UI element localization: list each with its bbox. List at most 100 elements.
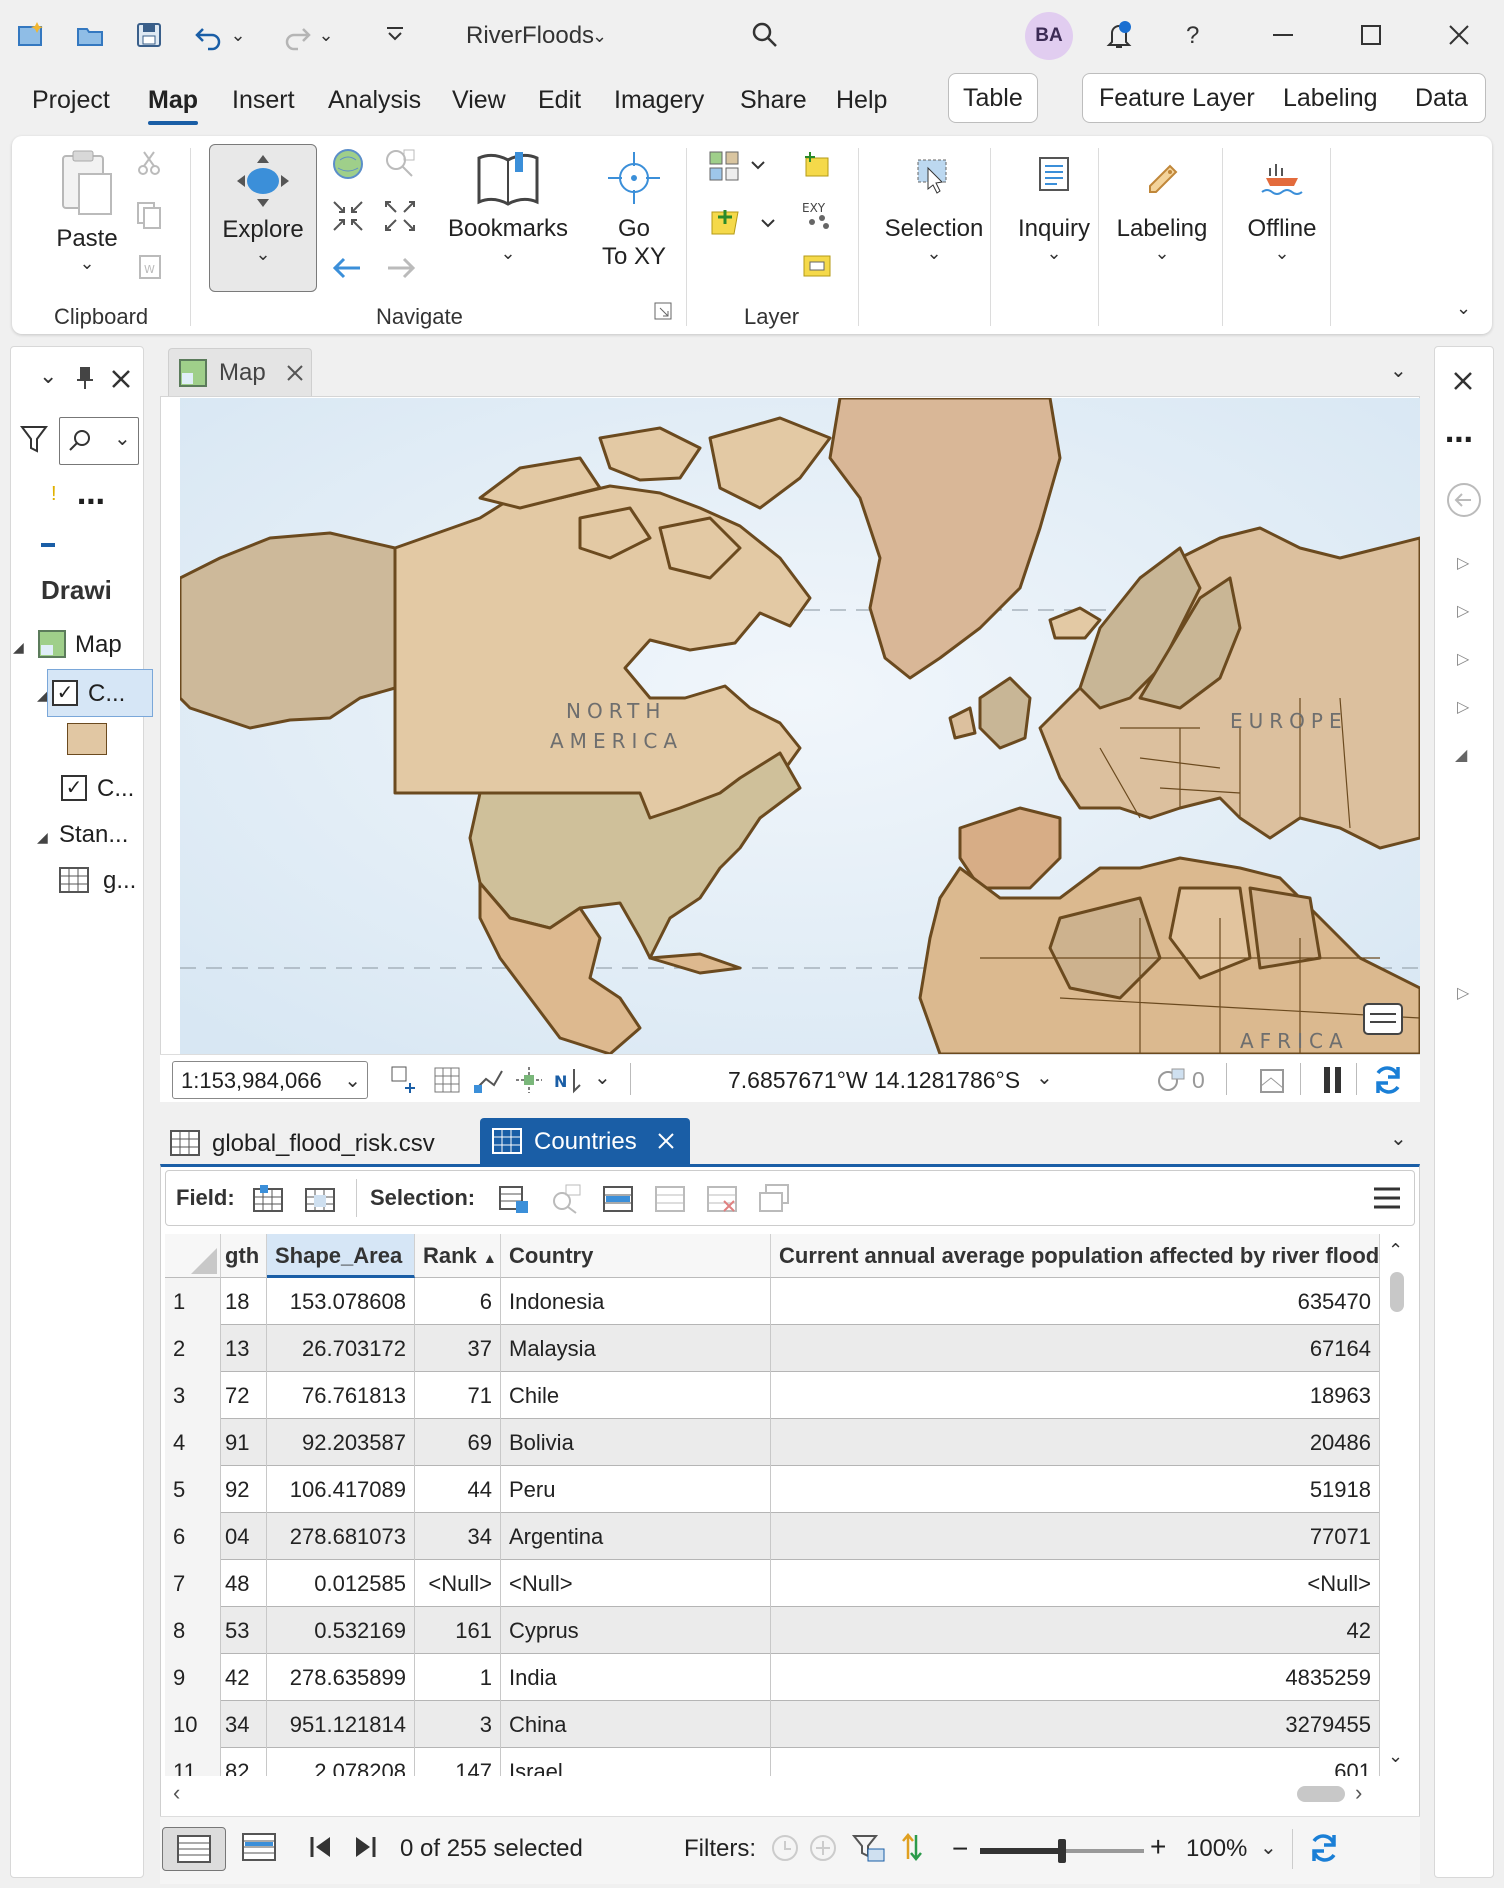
close-map-tab-icon[interactable] [285, 363, 305, 383]
xy-table-to-point-icon[interactable]: EXY [800, 198, 834, 232]
minimize-button[interactable] [1264, 18, 1302, 52]
close-window-button[interactable] [1440, 18, 1478, 52]
country-egypt[interactable] [1248, 886, 1322, 970]
expand-arrow-icon[interactable]: ▷ [1457, 601, 1469, 621]
cell-shape-length[interactable]: 42 [221, 1654, 267, 1701]
row-number[interactable]: 2 [165, 1325, 221, 1372]
delete-selected-icon[interactable] [706, 1183, 738, 1220]
cell-population[interactable]: 20486 [771, 1419, 1380, 1466]
bookmarks-button[interactable]: Bookmarks ⌄ [438, 148, 578, 264]
table-row[interactable]: 4 91 92.203587 69 Bolivia 20486 [165, 1419, 1380, 1466]
range-filter-icon[interactable] [808, 1833, 838, 1868]
map-tools-dropdown-icon[interactable]: ⌄ [594, 1065, 611, 1090]
layer-visibility-checkbox[interactable]: ✓ [52, 680, 78, 706]
table-horizontal-scrollbar[interactable]: ‹ › [165, 1778, 1380, 1808]
cell-population[interactable]: 601 [771, 1748, 1380, 1776]
row-number[interactable]: 11 [165, 1748, 221, 1776]
back-arrow-icon[interactable] [1445, 481, 1483, 524]
row-number[interactable]: 9 [165, 1654, 221, 1701]
selection-button[interactable]: Selection ⌄ [874, 148, 994, 264]
tab-edit[interactable]: Edit [538, 86, 581, 115]
close-right-pane-icon[interactable] [1451, 369, 1475, 398]
cell-rank[interactable]: 3 [415, 1701, 501, 1748]
copy-selected-icon[interactable] [758, 1183, 790, 1220]
table-row[interactable]: 1 18 153.078608 6 Indonesia 635470 [165, 1278, 1380, 1325]
horizontal-scroll-thumb[interactable] [1297, 1786, 1345, 1802]
column-header-shape-area[interactable]: Shape_Area [267, 1234, 415, 1278]
cell-shape-area[interactable]: 153.078608 [267, 1278, 415, 1325]
search-icon[interactable] [746, 18, 784, 52]
cell-country[interactable]: Indonesia [501, 1278, 771, 1325]
cell-shape-length[interactable]: 13 [221, 1325, 267, 1372]
tab-analysis[interactable]: Analysis [328, 86, 421, 115]
contents-item-layer-2[interactable]: C... [97, 775, 134, 803]
row-number[interactable]: 7 [165, 1560, 221, 1607]
collapse-ribbon-icon[interactable]: ⌄ [1456, 298, 1471, 319]
zoom-level-dropdown-icon[interactable]: ⌄ [1260, 1835, 1277, 1860]
close-pane-icon[interactable] [109, 367, 133, 396]
cell-shape-length[interactable]: 34 [221, 1701, 267, 1748]
expand-standalone-tables-icon[interactable]: ◢ [37, 829, 48, 846]
cell-rank[interactable]: <Null> [415, 1560, 501, 1607]
cell-population[interactable]: <Null> [771, 1560, 1380, 1607]
table-row[interactable]: 3 72 76.761813 71 Chile 18963 [165, 1372, 1380, 1419]
calculate-field-icon[interactable] [304, 1183, 336, 1220]
cell-shape-area[interactable]: 278.635899 [267, 1654, 415, 1701]
row-number[interactable]: 3 [165, 1372, 221, 1419]
previous-extent-icon[interactable] [330, 250, 366, 286]
pause-drawing-icon[interactable] [1320, 1065, 1346, 1095]
layer-symbol-swatch[interactable] [67, 723, 107, 755]
layout-view-icon[interactable] [1258, 1067, 1286, 1095]
notifications-bell-icon[interactable] [1100, 18, 1138, 52]
cell-rank[interactable]: 44 [415, 1466, 501, 1513]
next-extent-icon[interactable] [382, 250, 418, 286]
table-row[interactable]: 9 42 278.635899 1 India 4835259 [165, 1654, 1380, 1701]
cell-rank[interactable]: 147 [415, 1748, 501, 1776]
pane-options-chevron-icon[interactable]: ⌄ [39, 363, 57, 389]
cell-rank[interactable]: 161 [415, 1607, 501, 1654]
zoom-in-button[interactable]: + [1150, 1831, 1166, 1863]
clear-selection-icon[interactable] [654, 1183, 686, 1220]
tab-view[interactable]: View [452, 86, 506, 115]
table-options-menu-icon[interactable] [1372, 1183, 1402, 1218]
cell-shape-area[interactable]: 76.761813 [267, 1372, 415, 1419]
table-row[interactable]: 2 13 26.703172 37 Malaysia 67164 [165, 1325, 1380, 1372]
table-vertical-scrollbar[interactable]: ⌄ ⌄ [1382, 1236, 1412, 1776]
cell-country[interactable]: Cyprus [501, 1607, 771, 1654]
cell-rank[interactable]: 6 [415, 1278, 501, 1325]
first-record-icon[interactable] [308, 1833, 334, 1866]
map-scale-selector[interactable]: 1:153,984,066 ⌄ [172, 1061, 368, 1099]
add-preset-icon[interactable] [800, 148, 834, 182]
map-legend-toggle-icon[interactable] [1363, 1003, 1403, 1035]
map-tabs-overflow-icon[interactable]: ⌄ [1390, 358, 1407, 383]
cell-country[interactable]: Israel [501, 1748, 771, 1776]
table-row[interactable]: 8 53 0.532169 161 Cyprus 42 [165, 1607, 1380, 1654]
labeling-button[interactable]: Labeling ⌄ [1110, 148, 1214, 264]
cell-rank[interactable]: 37 [415, 1325, 501, 1372]
add-field-icon[interactable] [252, 1183, 284, 1220]
contents-item-table[interactable]: g... [103, 867, 136, 895]
cell-country[interactable]: India [501, 1654, 771, 1701]
select-by-attributes-icon[interactable] [498, 1183, 530, 1220]
cell-shape-area[interactable]: 2.078208 [267, 1748, 415, 1776]
filter-icon[interactable] [19, 423, 49, 460]
fixed-zoom-in-icon[interactable] [330, 198, 366, 234]
cell-shape-area[interactable]: 92.203587 [267, 1419, 415, 1466]
cell-population[interactable]: 67164 [771, 1325, 1380, 1372]
redo-dropdown-icon[interactable]: ⌄ [316, 18, 336, 52]
last-record-icon[interactable] [352, 1833, 378, 1866]
new-project-icon[interactable] [12, 18, 50, 52]
column-header-rank[interactable]: Rank ▲ [415, 1234, 501, 1278]
explore-button[interactable]: Explore ⌄ [209, 144, 317, 292]
cell-shape-length[interactable]: 91 [221, 1419, 267, 1466]
cell-shape-length[interactable]: 92 [221, 1466, 267, 1513]
layer-2-visibility-checkbox[interactable]: ✓ [61, 775, 87, 801]
zoom-slider-handle[interactable] [1058, 1839, 1066, 1863]
cell-country[interactable]: Argentina [501, 1513, 771, 1560]
copy-path-icon[interactable]: W [134, 252, 164, 282]
cell-population[interactable]: 18963 [771, 1372, 1380, 1419]
right-pane-more-icon[interactable]: ⋯ [1445, 423, 1475, 456]
refresh-map-icon[interactable] [1370, 1063, 1406, 1097]
cell-rank[interactable]: 69 [415, 1419, 501, 1466]
cell-shape-length[interactable]: 72 [221, 1372, 267, 1419]
